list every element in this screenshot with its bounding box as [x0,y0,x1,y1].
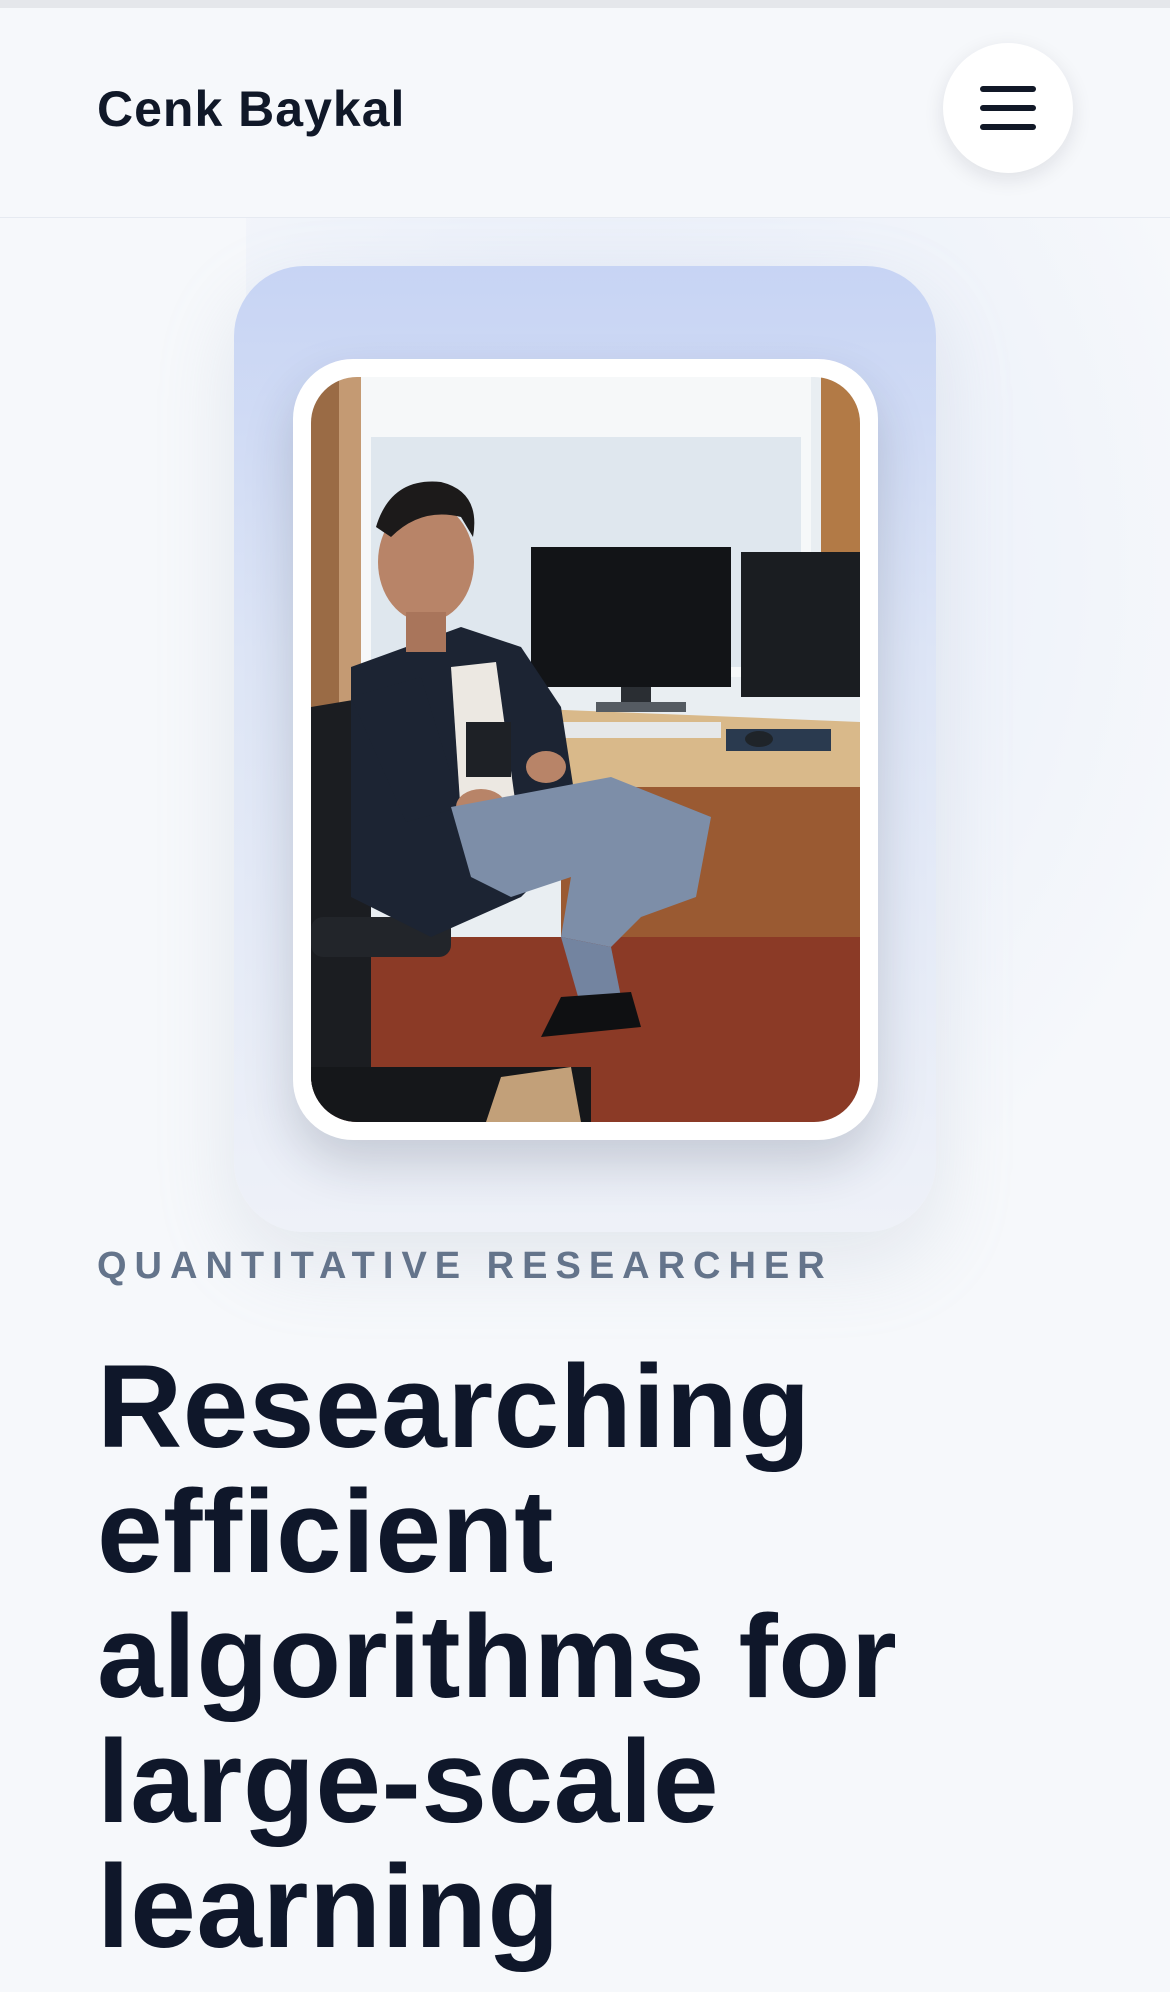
portrait-photo [311,377,860,1122]
site-header: Cenk Baykal [0,8,1170,218]
hero-headline: Researching efficient algorithms for lar… [97,1345,1097,1970]
headline-line: algorithms for [97,1591,898,1723]
headline-line: learning [97,1841,560,1973]
hamburger-menu-icon [980,86,1036,130]
headline-line: Researching [97,1341,811,1473]
site-brand-link[interactable]: Cenk Baykal [97,80,405,138]
headline-line: efficient [97,1466,554,1598]
role-eyebrow: QUANTITATIVE RESEARCHER [97,1245,833,1287]
top-edge [0,0,1170,8]
headline-line: large-scale [97,1716,720,1848]
menu-button[interactable] [943,43,1073,173]
portrait-card [293,359,878,1140]
